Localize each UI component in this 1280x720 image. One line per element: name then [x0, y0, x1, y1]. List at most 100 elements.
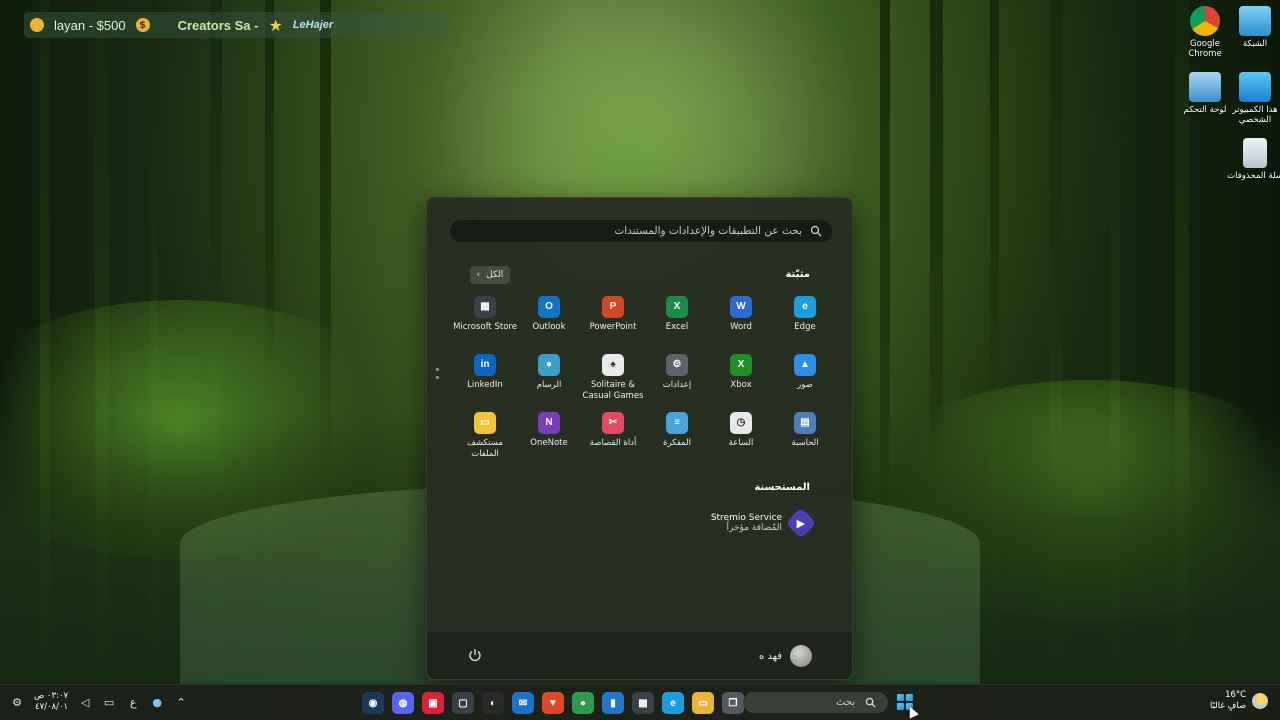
user-name: فهد ه [758, 650, 782, 662]
pinned-app-label: LinkedIn [467, 380, 503, 390]
chevron-up-icon[interactable]: ⌃ [174, 695, 188, 709]
pinned-app[interactable]: ▲ صور [773, 354, 837, 404]
pinned-app-label: إعدادات [662, 380, 692, 390]
pinned-app[interactable]: W Word [709, 296, 773, 346]
weather-widget[interactable]: 16°C صافٍ غالبًا [1210, 690, 1269, 712]
pinned-app[interactable]: in LinkedIn [453, 354, 517, 404]
xbox-taskbar-icon[interactable]: ▢ [452, 692, 474, 714]
user-account-button[interactable]: فهد ه [759, 645, 812, 667]
pinned-app[interactable]: e Edge [773, 296, 837, 346]
pinned-app[interactable]: ▤ الحاسبة [773, 412, 837, 462]
volume-icon[interactable]: ◁ [78, 695, 92, 709]
pinned-app[interactable]: ♠ Solitaire & Casual Games [581, 354, 645, 404]
pinned-app[interactable]: ● الرسام [517, 354, 581, 404]
start-search-placeholder: بحث عن التطبيقات والإعدادات والمستندات [614, 225, 802, 237]
pinned-app-label: OneNote [530, 438, 568, 448]
file-explorer-taskbar-icon[interactable]: ▭ [692, 692, 714, 714]
pinned-app[interactable]: ≡ المفكرة [645, 412, 709, 462]
clock[interactable]: ٠٣:٠٧ ص ٤٧/٠٨/٠١ [34, 691, 68, 713]
language-indicator[interactable]: ع [126, 695, 140, 709]
taskbar-search-label: بحث [835, 697, 855, 708]
desktop-icon-this-pc[interactable]: هذا الكمبيوتر الشخصي [1227, 72, 1280, 125]
power-icon[interactable] [467, 647, 483, 663]
recycle-bin-icon [1243, 138, 1267, 168]
banner-left-text: layan - $500 [54, 17, 126, 33]
notification-settings-icon[interactable]: ⚙ [10, 695, 24, 709]
task-view-icon[interactable]: ❐ [722, 692, 744, 714]
pinned-app[interactable]: ✂ أداة القصاصة [581, 412, 645, 462]
start-search-box[interactable]: بحث عن التطبيقات والإعدادات والمستندات [450, 220, 832, 242]
pinned-app[interactable]: X Xbox [709, 354, 773, 404]
steam-icon[interactable]: ◉ [362, 692, 384, 714]
edge-taskbar-icon[interactable]: e [662, 692, 684, 714]
taskbar-apps: ◉ ◍ ▣ ▢ ◐ ✉ ▼ ● ▮ ▦ e ▭ ❐ [362, 692, 744, 714]
pinned-app[interactable]: ▭ مستكشف الملفات [453, 412, 517, 462]
settings-icon: ⚙ [666, 354, 688, 376]
avatar [790, 645, 812, 667]
monitor-icon [1239, 72, 1271, 102]
weather-temp: 16°C [1225, 690, 1247, 700]
pinned-app[interactable]: ⚙ إعدادات [645, 354, 709, 404]
edge-icon: e [794, 296, 816, 318]
control-panel-icon [1189, 72, 1221, 102]
pinned-app-label: PowerPoint [589, 322, 637, 332]
desktop-icon-recycle-bin[interactable]: سلة المحذوفات [1227, 138, 1280, 181]
pinned-app-label: الساعة [728, 438, 754, 448]
pinned-app[interactable]: O Outlook [517, 296, 581, 346]
gold-coin-icon [30, 18, 44, 32]
file-explorer-icon: ▭ [474, 412, 496, 434]
discord-icon[interactable]: ◍ [392, 692, 414, 714]
start-menu-footer: فهد ه [427, 631, 852, 679]
star-icon: ★ [268, 15, 283, 35]
store-taskbar-icon[interactable]: ▦ [632, 692, 654, 714]
pinned-app-label: Xbox [730, 380, 752, 390]
mail-icon[interactable]: ✉ [512, 692, 534, 714]
github-desktop-icon[interactable]: ◐ [482, 692, 504, 714]
vscode-icon[interactable]: ▮ [602, 692, 624, 714]
search-icon [810, 225, 822, 237]
network-icon [1239, 6, 1271, 36]
app-red-icon[interactable]: ▣ [422, 692, 444, 714]
network-status-icon[interactable]: ▭ [102, 695, 116, 709]
calculator-icon: ▤ [794, 412, 816, 434]
pinned-app-label: المفكرة [663, 438, 692, 448]
stremio-icon: ▶ [785, 507, 817, 539]
weather-desc: صافٍ غالبًا [1210, 701, 1247, 711]
pinned-apps-grid: e Edge W Word X Excel P PowerPoint O Outlook ▦ Micr… [445, 296, 837, 462]
microphone-icon[interactable]: ● [150, 695, 164, 709]
photos-icon: ▲ [794, 354, 816, 376]
pinned-app-label: أداة القصاصة [589, 438, 637, 448]
pinned-app[interactable]: ◷ الساعة [709, 412, 773, 462]
word-icon: W [730, 296, 752, 318]
all-apps-button[interactable]: ‹ الكل [470, 266, 510, 284]
recommended-item-title: Stremio Service [710, 513, 782, 523]
desktop-icon-chrome[interactable]: Google Chrome [1177, 6, 1233, 59]
desktop-icon-control-panel[interactable]: لوحة التحكم [1177, 72, 1233, 115]
pinned-app[interactable]: ▦ Microsoft Store [453, 296, 517, 346]
powerpoint-icon: P [602, 296, 624, 318]
pinned-app-label: صور [797, 380, 813, 390]
weather-icon [1252, 693, 1269, 709]
outlook-icon: O [538, 296, 560, 318]
pinned-app[interactable]: N OneNote [517, 412, 581, 462]
linkedin-icon: in [474, 354, 496, 376]
pinned-app-label: الحاسبة [791, 438, 819, 448]
all-apps-label: الكل [486, 270, 504, 280]
recommended-item-stremio[interactable]: ▶ Stremio Service المُضافة مؤخراً [710, 507, 817, 539]
page-indicator[interactable] [436, 368, 439, 379]
chrome-taskbar-icon[interactable]: ● [572, 692, 594, 714]
chrome-icon [1190, 6, 1220, 36]
pinned-app[interactable]: X Excel [645, 296, 709, 346]
clock-icon: ◷ [730, 412, 752, 434]
pinned-app-label: Outlook [532, 322, 566, 332]
desktop-icon-label: لوحة التحكم [1183, 105, 1227, 115]
brave-icon[interactable]: ▼ [542, 692, 564, 714]
system-tray: ⚙ ٠٣:٠٧ ص ٤٧/٠٨/٠١ ◁ ▭ ع ● ⌃ [10, 691, 188, 713]
desktop-icon-network[interactable]: الشبكة [1227, 6, 1280, 49]
taskbar-search[interactable]: بحث [743, 692, 888, 713]
pinned-app-label: Solitaire & Casual Games [582, 380, 644, 401]
desktop-icon-label: الشبكة [1242, 39, 1268, 49]
pinned-app[interactable]: P PowerPoint [581, 296, 645, 346]
clock-time: ٠٣:٠٧ ص [34, 691, 69, 701]
store-icon: ▦ [474, 296, 496, 318]
